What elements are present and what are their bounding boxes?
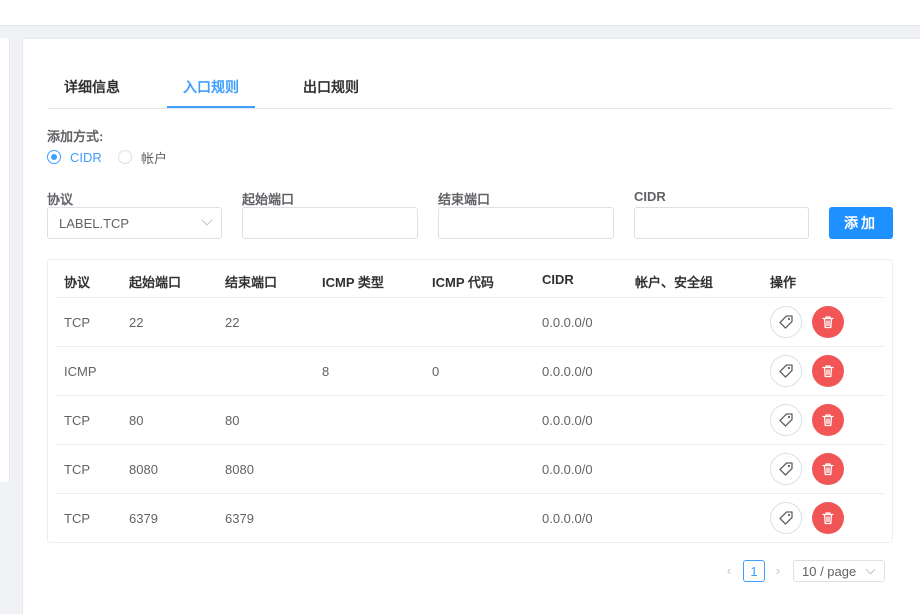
cell-end-port: 6379 (225, 511, 254, 526)
cell-protocol: TCP (64, 315, 90, 330)
cell-start-port: 8080 (129, 462, 158, 477)
radio-unchecked-icon (118, 150, 132, 164)
col-icmp-type: ICMP 类型 (322, 275, 384, 290)
table-row: TCP 6379 6379 0.0.0.0/0 (56, 493, 884, 543)
active-tab-indicator (167, 106, 255, 108)
col-start-port: 起始端口 (129, 275, 182, 290)
protocol-select-value: LABEL.TCP (59, 215, 130, 231)
trash-icon (822, 365, 834, 378)
col-icmp-code: ICMP 代码 (432, 275, 494, 290)
cell-end-port: 8080 (225, 462, 254, 477)
table-row: TCP 22 22 0.0.0.0/0 (56, 297, 884, 347)
add-method-label: 添加方式: (47, 129, 104, 144)
cell-end-port: 80 (225, 413, 240, 428)
protocol-label: 协议 (47, 192, 74, 207)
table-row: ICMP 8 0 0.0.0.0/0 (56, 346, 884, 396)
cell-cidr: 0.0.0.0/0 (542, 511, 593, 526)
chevron-down-icon (201, 214, 213, 226)
cell-start-port: 6379 (129, 511, 158, 526)
cell-protocol: ICMP (64, 364, 97, 379)
protocol-select[interactable]: LABEL.TCP (47, 207, 222, 239)
start-port-label: 起始端口 (242, 192, 295, 207)
trash-icon (822, 414, 834, 427)
cell-start-port: 80 (129, 413, 144, 428)
cell-cidr: 0.0.0.0/0 (542, 413, 593, 428)
col-protocol: 协议 (64, 275, 91, 290)
cell-protocol: TCP (64, 413, 90, 428)
delete-rule-button[interactable] (812, 306, 844, 338)
rules-table: 协议 起始端口 结束端口 ICMP 类型 ICMP 代码 CIDR 帐户、安全组… (47, 259, 893, 543)
trash-icon (822, 316, 834, 329)
end-port-label: 结束端口 (438, 192, 491, 207)
page-size-value: 10 / page (802, 563, 857, 579)
trash-icon (822, 512, 834, 525)
page-size-select[interactable]: 10 / page (793, 560, 885, 582)
delete-rule-button[interactable] (812, 404, 844, 436)
radio-cidr[interactable]: CIDR (47, 149, 102, 165)
radio-account-label: 帐户 (141, 150, 168, 166)
top-bar (0, 0, 920, 26)
cidr-label: CIDR (634, 189, 666, 204)
tab-egress-rules[interactable]: 出口规则 (303, 76, 359, 107)
cell-cidr: 0.0.0.0/0 (542, 462, 593, 477)
next-page-button[interactable]: › (773, 561, 783, 581)
delete-rule-button[interactable] (812, 502, 844, 534)
tab-bar: 详细信息 入口规则 出口规则 (47, 76, 893, 109)
tag-icon (779, 364, 793, 378)
cell-start-port: 22 (129, 315, 144, 330)
table-header: 协议 起始端口 结束端口 ICMP 类型 ICMP 代码 CIDR 帐户、安全组… (48, 260, 892, 298)
delete-rule-button[interactable] (812, 453, 844, 485)
col-cidr: CIDR (542, 272, 574, 287)
table-row: TCP 80 80 0.0.0.0/0 (56, 395, 884, 445)
tab-details[interactable]: 详细信息 (64, 76, 120, 107)
col-actions: 操作 (770, 275, 797, 290)
cell-cidr: 0.0.0.0/0 (542, 315, 593, 330)
start-port-input[interactable] (242, 207, 418, 239)
edit-tags-button[interactable] (770, 502, 802, 534)
cell-icmp-type: 8 (322, 364, 330, 379)
tag-icon (779, 413, 793, 427)
edit-tags-button[interactable] (770, 306, 802, 338)
col-end-port: 结束端口 (225, 275, 278, 290)
page-number-1[interactable]: 1 (743, 560, 765, 582)
cell-cidr: 0.0.0.0/0 (542, 364, 593, 379)
delete-rule-button[interactable] (812, 355, 844, 387)
cidr-input[interactable] (634, 207, 809, 239)
radio-account[interactable]: 帐户 (118, 149, 168, 166)
tag-icon (779, 462, 793, 476)
edit-tags-button[interactable] (770, 453, 802, 485)
prev-page-button[interactable]: ‹ (724, 561, 734, 581)
edit-tags-button[interactable] (770, 355, 802, 387)
cell-protocol: TCP (64, 511, 90, 526)
radio-cidr-label: CIDR (70, 149, 102, 165)
end-port-input[interactable] (438, 207, 614, 239)
rule-card: 详细信息 入口规则 出口规则 添加方式: CIDR 帐户 协议 起始端口 结束端… (22, 38, 920, 614)
tab-ingress-rules[interactable]: 入口规则 (183, 76, 239, 107)
cell-protocol: TCP (64, 462, 90, 477)
col-account-group: 帐户、安全组 (635, 275, 714, 290)
tag-icon (779, 511, 793, 525)
trash-icon (822, 463, 834, 476)
tag-icon (779, 315, 793, 329)
add-rule-button[interactable]: 添加 (829, 207, 893, 239)
cell-end-port: 22 (225, 315, 240, 330)
chevron-down-icon (865, 564, 876, 575)
cell-icmp-code: 0 (432, 364, 440, 379)
table-row: TCP 8080 8080 0.0.0.0/0 (56, 444, 884, 494)
edit-tags-button[interactable] (770, 404, 802, 436)
left-panel (0, 38, 10, 482)
radio-checked-icon (47, 150, 61, 164)
